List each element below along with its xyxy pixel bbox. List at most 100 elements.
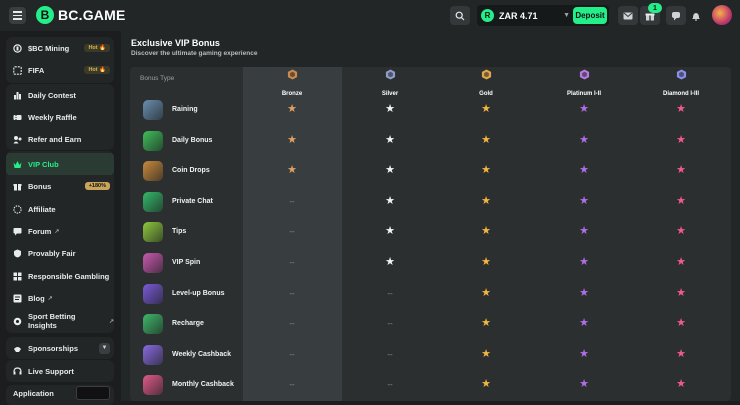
- chat-button[interactable]: [666, 6, 686, 25]
- app-preview-image: [76, 386, 110, 400]
- external-link-icon: ↗: [108, 318, 114, 325]
- star-icon: ★: [676, 347, 686, 360]
- currency-coin-icon: R: [481, 9, 494, 22]
- hot-badge: Hot 🔥: [84, 44, 110, 52]
- vip-crown-icon: [13, 160, 22, 169]
- star-icon: ★: [481, 194, 491, 207]
- sidebar-item-label: $BC Mining: [28, 43, 70, 53]
- menu-toggle-button[interactable]: [9, 7, 26, 24]
- sidebar-item-label: VIP Club: [28, 159, 59, 169]
- search-button[interactable]: [450, 6, 470, 25]
- tier-badge-icon: [385, 69, 395, 80]
- unavailable-dash: --: [289, 349, 295, 359]
- bonus-row-tips: Tips -- ★ ★ ★ ★: [130, 217, 731, 248]
- provably-fair-icon: [13, 249, 22, 258]
- star-icon: ★: [481, 225, 491, 238]
- blog-icon: [13, 294, 22, 303]
- sidebar-item-label: Responsible Gambling: [28, 271, 110, 281]
- hot-badge-text: Hot: [88, 45, 98, 51]
- sidebar-item-label: Live Support: [28, 366, 74, 376]
- unavailable-dash: --: [289, 380, 295, 390]
- bonus-row-level-up-bonus: Level-up Bonus -- -- ★ ★ ★: [130, 279, 731, 310]
- refer-earn-icon: [13, 135, 22, 144]
- private-chat-bonus-icon: [143, 191, 163, 212]
- star-icon: ★: [676, 194, 686, 207]
- star-icon: ★: [579, 225, 589, 238]
- user-avatar[interactable]: [712, 5, 732, 25]
- unavailable-dash: --: [289, 258, 295, 267]
- sidebar-item-fifa[interactable]: FIFA Hot 🔥: [6, 59, 114, 81]
- sidebar-item-sport-betting-insights[interactable]: Sport Betting Insights ↗: [6, 310, 114, 332]
- sidebar-item-label: Sport Betting Insights: [28, 312, 76, 330]
- vip-bonus-table: Bonus Type Bronze Silver Gold Platinum I-II…: [130, 67, 731, 401]
- raining-bonus-icon: [143, 100, 163, 120]
- star-icon: ★: [385, 194, 395, 207]
- bonus-row-raining: Raining ★ ★ ★ ★ ★: [130, 95, 731, 126]
- logo-text: BC.GAME: [58, 7, 126, 23]
- sidebar-item-weekly-raffle[interactable]: Weekly Raffle: [6, 106, 114, 128]
- notification-button[interactable]: [686, 6, 706, 25]
- sidebar-item-label: Application: [13, 388, 54, 398]
- mail-icon: [623, 12, 633, 19]
- bonus-row-vip-spin: VIP Spin -- ★ ★ ★ ★: [130, 248, 731, 279]
- bonus-name: Tips: [172, 228, 187, 236]
- tier-badge-icon: [481, 69, 491, 80]
- sidebar-item-blog[interactable]: Blog ↗: [6, 287, 114, 309]
- logo[interactable]: B BC.GAME: [36, 6, 126, 24]
- sidebar-item-label: Sponsorships: [28, 343, 79, 353]
- bonus-name: Raining: [172, 106, 198, 113]
- sidebar-item-bonus[interactable]: Bonus +180%: [6, 175, 114, 197]
- bonus-row-private-chat: Private Chat -- ★ ★ ★ ★: [130, 187, 731, 218]
- sidebar-item-label: Bonus: [28, 181, 52, 191]
- chevron-down-icon[interactable]: ▼: [99, 342, 110, 354]
- star-icon: ★: [579, 317, 589, 330]
- affiliate-icon: [13, 204, 22, 214]
- weekly-raffle-icon: [13, 113, 22, 122]
- unavailable-dash: --: [289, 319, 295, 329]
- sidebar-item-provably-fair[interactable]: Provably Fair: [6, 242, 114, 264]
- star-icon: ★: [287, 103, 297, 115]
- bonus-name: Weekly Cashback: [172, 350, 232, 358]
- sidebar-item-forum[interactable]: Forum ↗: [6, 220, 114, 242]
- sidebar: $BC Mining Hot 🔥 FIFA Hot 🔥 Daily Contes…: [0, 31, 120, 405]
- daily-contest-icon: [13, 91, 22, 100]
- bonus-row-weekly-cashback: Weekly Cashback -- -- ★ ★ ★: [130, 340, 731, 371]
- sponsorships-icon: [13, 344, 22, 353]
- unavailable-dash: --: [387, 349, 393, 359]
- sidebar-item-daily-contest[interactable]: Daily Contest: [6, 84, 114, 106]
- inbox-button[interactable]: [618, 6, 638, 25]
- sidebar-item-responsible-gambling[interactable]: Responsible Gambling: [6, 265, 114, 287]
- sidebar-item-live-support[interactable]: Live Support: [6, 360, 114, 382]
- bell-icon: [692, 12, 700, 21]
- tips-bonus-icon: [143, 222, 163, 243]
- sidebar-item-label: FIFA: [28, 65, 45, 75]
- coin-drops-bonus-icon: [143, 161, 163, 182]
- search-icon: [455, 11, 465, 20]
- wallet-selector[interactable]: R ZAR 4.71 ▼ Deposit: [477, 5, 609, 26]
- hot-badge: Hot 🔥: [84, 66, 110, 74]
- deposit-button[interactable]: Deposit: [573, 7, 607, 24]
- page-subtitle: Discover the ultimate gaming experience: [131, 50, 258, 57]
- sidebar-item-refer-earn[interactable]: Refer and Earn: [6, 128, 114, 150]
- star-icon: ★: [481, 133, 491, 146]
- star-icon: ★: [481, 317, 491, 330]
- sport-insights-icon: [13, 317, 22, 326]
- sidebar-item-label: Provably Fair: [28, 248, 76, 258]
- sidebar-item-application[interactable]: Application: [6, 385, 114, 401]
- star-icon: ★: [676, 378, 686, 391]
- sidebar-item-label: Refer and Earn: [28, 134, 82, 144]
- sidebar-item-bc-mining[interactable]: $BC Mining Hot 🔥: [6, 37, 114, 59]
- star-icon: ★: [481, 103, 491, 115]
- live-support-icon: [13, 366, 22, 376]
- sidebar-item-label: Forum: [28, 226, 52, 236]
- sidebar-item-vip-club[interactable]: VIP Club: [6, 153, 114, 175]
- star-icon: ★: [676, 286, 686, 299]
- sidebar-item-affiliate[interactable]: Affiliate: [6, 198, 114, 220]
- star-icon: ★: [579, 378, 589, 391]
- unavailable-dash: --: [387, 380, 393, 390]
- sidebar-item-sponsorships[interactable]: Sponsorships ▼: [6, 337, 114, 359]
- bonus-type-header: Bonus Type: [140, 75, 175, 82]
- star-icon: ★: [481, 347, 491, 360]
- unavailable-dash: --: [289, 196, 295, 206]
- star-icon: ★: [481, 256, 491, 268]
